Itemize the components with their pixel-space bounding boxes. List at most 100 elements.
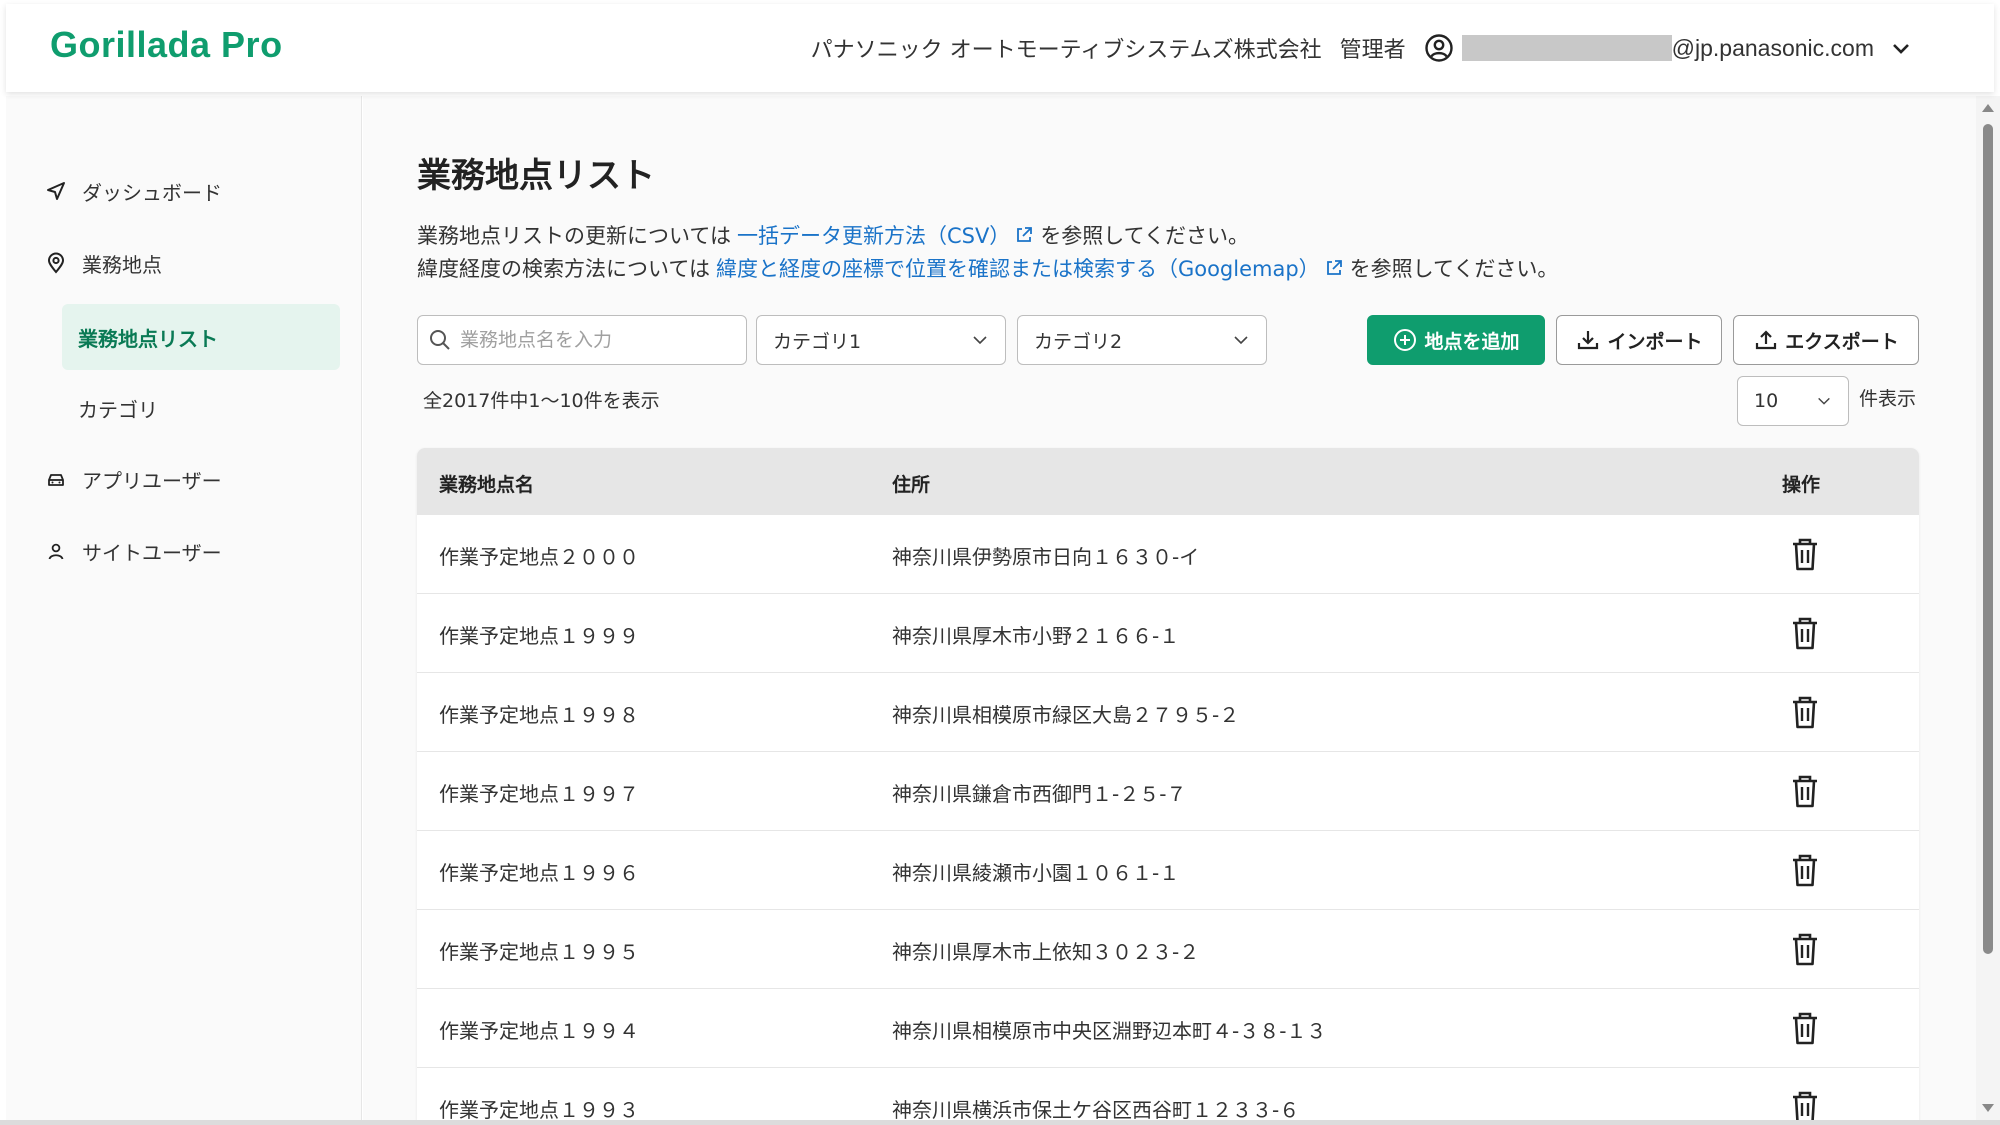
scroll-up-arrow-icon[interactable] [1982,104,1994,112]
address-cell: 神奈川県鎌倉市西御門１-２５-７ [892,782,1187,806]
sidebar-item-app-users[interactable]: アプリユーザー [6,446,362,512]
window-bottom-edge [0,1120,2000,1125]
navigation-arrow-icon [44,179,68,203]
csv-help-link[interactable]: 一括データ更新方法（CSV） [737,220,1034,250]
chevron-down-icon[interactable] [1890,37,1912,59]
location-name-cell: 作業予定地点１９９５ [439,940,639,964]
column-header-name[interactable]: 業務地点名 [439,470,534,497]
category1-select[interactable]: カテゴリ1 [756,315,1006,365]
page-size-value: 10 [1754,390,1779,412]
chevron-down-icon [1234,336,1248,345]
table-row[interactable]: 作業予定地点１９９７ 神奈川県鎌倉市西御門１-２５-７ [417,752,1919,831]
sidebar-item-category[interactable]: カテゴリ [62,375,340,441]
scroll-down-arrow-icon[interactable] [1982,1104,1994,1112]
sidebar: ダッシュボード 業務地点 業務地点リスト カテゴリ アプリユーザー サイトユーザ… [6,96,362,1120]
address-cell: 神奈川県伊勢原市日向１６３０-イ [892,545,1200,569]
download-icon [1578,331,1599,350]
trash-icon[interactable] [1787,693,1823,731]
sidebar-item-dashboard[interactable]: ダッシュボード [6,158,362,224]
account-circle-icon [1424,34,1453,62]
trash-icon[interactable] [1787,1009,1823,1047]
header-account-area: パナソニック オートモーティブシステムズ株式会社 管理者 @jp.panason… [811,4,1912,92]
chevron-down-icon [973,336,987,345]
app-header: Gorillada Pro パナソニック オートモーティブシステムズ株式会社 管… [6,4,1994,92]
category2-select[interactable]: カテゴリ2 [1017,315,1267,365]
sidebar-item-label: 業務地点 [82,252,162,277]
upload-icon [1756,330,1777,350]
column-header-actions: 操作 [1782,474,1821,496]
trash-icon[interactable] [1787,614,1823,652]
car-icon [44,467,68,491]
app-logo[interactable]: Gorillada Pro [50,24,283,66]
page-scrollbar[interactable] [1976,96,2000,1120]
table-row[interactable]: 作業予定地点１９９６ 神奈川県綾瀬市小園１０６１-１ [417,831,1919,910]
address-cell: 神奈川県厚木市小野２１６６-１ [892,624,1180,648]
location-search[interactable] [417,315,747,365]
table-header: 業務地点名 住所 操作 [417,448,1919,515]
info-text: 業務地点リストの更新については [417,224,731,248]
search-icon [430,330,450,350]
scroll-thumb[interactable] [1983,124,1993,954]
table-row[interactable]: 作業予定地点１９９８ 神奈川県相模原市緑区大島２７９５-２ [417,673,1919,752]
trash-icon[interactable] [1787,851,1823,889]
sidebar-item-work-locations[interactable]: 業務地点 [6,230,362,296]
googlemap-help-link[interactable]: 緯度と経度の座標で位置を確認または検索する（Googlemap） [716,253,1344,283]
plus-circle-icon [1394,329,1417,351]
import-button[interactable]: インポート [1556,315,1722,365]
address-cell: 神奈川県相模原市中央区淵野辺本町４-３８-１３ [892,1019,1327,1043]
address-cell: 神奈川県相模原市緑区大島２７９５-２ [892,703,1240,727]
page-title: 業務地点リスト [417,156,655,196]
info-text: を参照してください。 [1349,257,1559,281]
column-header-address[interactable]: 住所 [892,470,930,497]
address-cell: 神奈川県綾瀬市小園１０６１-１ [892,861,1180,885]
location-name-cell: 作業予定地点１９９４ [439,1019,639,1043]
trash-icon[interactable] [1787,930,1823,968]
location-name-cell: 作業予定地点１９９８ [439,703,639,727]
page-size-select[interactable]: 10 [1737,376,1849,426]
location-name-cell: 作業予定地点１９９７ [439,782,639,806]
external-link-icon [1017,227,1033,242]
category2-value: カテゴリ2 [1034,330,1123,353]
redacted-email-user [1461,35,1672,61]
result-count: 全2017件中1～10件を表示 [423,390,660,412]
info-text: 緯度経度の検索方法については [417,257,710,281]
add-location-button[interactable]: 地点を追加 [1367,315,1545,365]
table-row[interactable]: 作業予定地点１９９３ 神奈川県横浜市保土ケ谷区西谷町１２３３-６ [417,1068,1919,1125]
location-name-cell: 作業予定地点１９９６ [439,861,639,885]
location-name-cell: 作業予定地点１９９９ [439,624,639,648]
sidebar-item-work-location-list[interactable]: 業務地点リスト [62,304,340,370]
location-name-cell: 作業予定地点２０００ [439,545,639,569]
table-row[interactable]: 作業予定地点１９９４ 神奈川県相模原市中央区淵野辺本町４-３８-１３ [417,989,1919,1068]
csv-help-link-label: 一括データ更新方法（CSV） [736,224,1011,248]
address-cell: 神奈川県厚木市上依知３０２３-２ [892,940,1200,964]
table-row[interactable]: 作業予定地点１９９５ 神奈川県厚木市上依知３０２３-２ [417,910,1919,989]
user-email-domain: @jp.panasonic.com [1671,34,1874,61]
table-row[interactable]: 作業予定地点２０００ 神奈川県伊勢原市日向１６３０-イ [417,515,1919,594]
table-row[interactable]: 作業予定地点１９９９ 神奈川県厚木市小野２１６６-１ [417,594,1919,673]
sidebar-item-site-users[interactable]: サイトユーザー [6,518,362,584]
export-button[interactable]: エクスポート [1733,315,1919,365]
trash-icon[interactable] [1787,772,1823,810]
category1-value: カテゴリ1 [773,330,862,353]
sidebar-item-label: サイトユーザー [82,540,222,565]
user-role: 管理者 [1339,38,1406,63]
googlemap-help-link-label: 緯度と経度の座標で位置を確認または検索する（Googlemap） [715,257,1320,281]
add-location-label: 地点を追加 [1424,330,1520,353]
location-table: 業務地点名 住所 操作 作業予定地点２０００ 神奈川県伊勢原市日向１６３０-イ 作業… [417,448,1919,1125]
export-label: エクスポート [1785,330,1899,353]
trash-icon[interactable] [1787,535,1823,573]
main-content: 業務地点リスト 業務地点リストの更新については 一括データ更新方法（CSV） を… [363,96,1976,1125]
location-name-cell: 作業予定地点１９９３ [439,1098,639,1122]
chevron-down-icon [1818,397,1830,405]
table-body: 作業予定地点２０００ 神奈川県伊勢原市日向１６３０-イ作業予定地点１９９９ 神奈川県… [417,515,1919,1125]
sidebar-item-label: アプリユーザー [82,468,222,493]
import-label: インポート [1607,330,1703,353]
external-link-icon [1326,260,1342,275]
sidebar-item-label: ダッシュボード [82,180,222,205]
info-text: を参照してください。 [1040,224,1250,248]
search-input[interactable] [460,329,730,351]
info-line-googlemap: 緯度経度の検索方法については 緯度と経度の座標で位置を確認または検索する（Goo… [417,253,1558,283]
map-pin-icon [44,251,68,275]
info-line-csv: 業務地点リストの更新については 一括データ更新方法（CSV） を参照してください… [417,220,1249,250]
page-size-label: 件表示 [1859,388,1917,410]
